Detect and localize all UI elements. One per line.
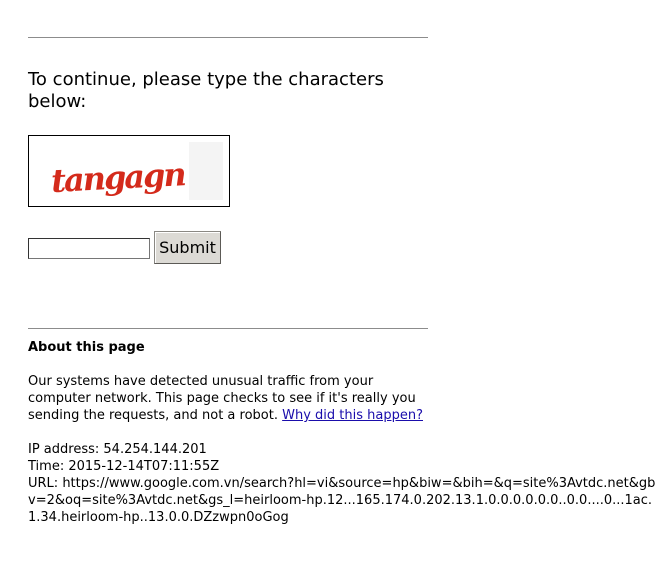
submit-button[interactable]: Submit	[154, 231, 221, 264]
time-label: Time:	[28, 459, 65, 474]
captcha-image: tangagn	[28, 135, 230, 207]
ip-address-line: IP address: 54.254.144.201	[28, 441, 661, 458]
section-divider	[28, 328, 428, 329]
ip-value: 54.254.144.201	[103, 442, 207, 457]
time-value: 2015-12-14T07:11:55Z	[68, 459, 220, 474]
about-title: About this page	[28, 340, 145, 355]
request-details: IP address: 54.254.144.201 Time: 2015-12…	[28, 441, 661, 526]
page-heading: To continue, please type the characters …	[28, 69, 384, 112]
time-line: Time: 2015-12-14T07:11:55Z	[28, 458, 661, 475]
captcha-graphic: tangagn	[29, 136, 229, 206]
url-value: https://www.google.com.vn/search?hl=vi&s…	[28, 476, 656, 525]
captcha-characters: tangagn	[50, 155, 186, 200]
captcha-answer-input[interactable]	[28, 238, 150, 259]
top-divider	[28, 37, 428, 38]
why-did-this-happen-link[interactable]: Why did this happen?	[282, 408, 423, 423]
explanation-text: Our systems have detected unusual traffi…	[28, 373, 428, 424]
url-label: URL:	[28, 476, 59, 491]
ip-label: IP address:	[28, 442, 100, 457]
url-line: URL: https://www.google.com.vn/search?hl…	[28, 475, 661, 526]
